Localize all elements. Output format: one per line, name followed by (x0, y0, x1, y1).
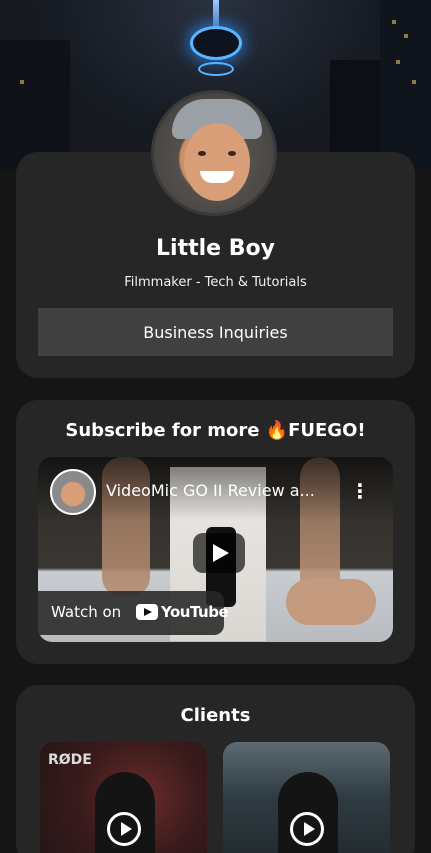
watch-on-youtube-button[interactable]: Watch on YouTube (38, 591, 229, 635)
watch-on-label: Watch on (51, 603, 122, 621)
youtube-logo-icon (136, 604, 158, 620)
clients-card: Clients RØDE (16, 685, 415, 853)
window-light (412, 80, 416, 84)
more-options-icon[interactable]: ⋮ (350, 479, 370, 503)
profile-name: Little Boy (156, 236, 275, 261)
building-right (380, 0, 431, 170)
avatar-eye (228, 151, 236, 156)
play-button-icon[interactable] (193, 533, 245, 573)
brand-mark: RØDE (48, 752, 92, 768)
channel-avatar-icon[interactable] (50, 469, 96, 515)
window-light (392, 20, 396, 24)
youtube-wordmark: YouTube (161, 603, 229, 621)
youtube-embed[interactable]: VideoMic GO II Review a... ⋮ Watch on Yo… (38, 457, 393, 642)
client-video-thumbnail[interactable] (223, 742, 390, 853)
window-light (20, 80, 24, 84)
video-title[interactable]: VideoMic GO II Review a... (106, 481, 356, 500)
tower-ring (198, 62, 234, 76)
client-video-thumbnail[interactable]: RØDE (40, 742, 207, 853)
video-section-title: Subscribe for more 🔥FUEGO! (65, 420, 366, 441)
business-inquiries-button[interactable]: Business Inquiries (38, 308, 393, 356)
window-light (396, 60, 400, 64)
play-circle-icon[interactable] (107, 812, 141, 846)
avatar-eye (198, 151, 206, 156)
avatar-face (184, 123, 250, 201)
video-card: Subscribe for more 🔥FUEGO! VideoMic GO I… (16, 400, 415, 664)
play-circle-icon[interactable] (290, 812, 324, 846)
window-light (404, 34, 408, 38)
profile-avatar (151, 90, 277, 216)
video-hand-right (286, 579, 376, 625)
profile-tagline: Filmmaker - Tech & Tutorials (124, 275, 307, 290)
tower-pod (190, 26, 242, 60)
clients-section-title: Clients (180, 705, 251, 726)
building-left (0, 40, 70, 170)
